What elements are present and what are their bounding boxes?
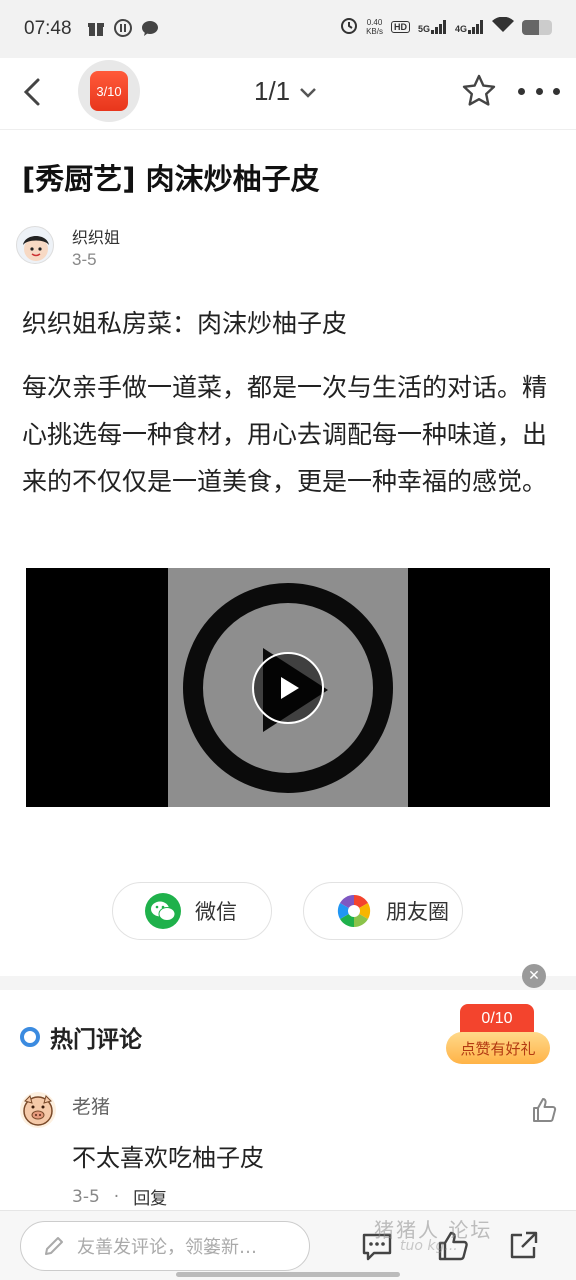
signal-5g-icon: 5G <box>418 20 447 34</box>
commenter-avatar[interactable] <box>20 1092 56 1128</box>
top-nav-bar: 3/10 1/1 <box>0 58 576 130</box>
article-subtitle: 织织姐私房菜：肉沫炒柚子皮 <box>22 309 348 338</box>
forum-watermark-sub: tuo kg... <box>400 1238 458 1254</box>
share-wechat-button[interactable]: 微信 <box>112 882 272 940</box>
gift-icon <box>86 18 105 37</box>
comment-meta: 3-5 · 回复 <box>72 1184 167 1210</box>
hd-voice-icon: HD <box>390 21 410 33</box>
author-name[interactable]: 织织姐 <box>72 224 120 248</box>
back-arrow-icon[interactable] <box>14 72 54 112</box>
wifi-icon <box>492 16 514 37</box>
section-dot-icon <box>20 1027 40 1047</box>
chevron-down-icon <box>300 87 317 98</box>
page-indicator-text: 1/1 <box>254 76 291 106</box>
post-date: 3-5 <box>72 250 97 269</box>
play-button-icon[interactable] <box>252 652 324 724</box>
share-moments-button[interactable]: 朋友圈 <box>303 882 463 940</box>
share-wechat-label: 微信 <box>195 900 237 924</box>
comment-input[interactable]: 友善发评论，领篓新… <box>20 1221 310 1271</box>
task-progress-badge[interactable]: 3/10 <box>78 60 140 122</box>
signal-4g-icon: 4G <box>455 20 484 34</box>
wechat-icon <box>145 893 181 929</box>
comment-text: 不太喜欢吃柚子皮 <box>72 1144 264 1172</box>
comment-input-placeholder: 友善发评论，领篓新… <box>77 1237 257 1258</box>
article-body: 每次亲手做一道菜，都是一次与生活的对话。精心挑选每一种食材，用心去调配每一种味道… <box>22 373 548 496</box>
share-moments-label: 朋友圈 <box>386 900 449 924</box>
star-icon[interactable] <box>460 72 498 110</box>
section-divider <box>0 976 576 990</box>
like-progress-badge[interactable]: 0/10 <box>460 1004 534 1034</box>
status-notification-icons <box>86 18 159 37</box>
message-bubble-icon <box>140 18 159 37</box>
comment-date: 3-5 <box>72 1186 100 1207</box>
task-progress-text: 3/10 <box>90 71 128 111</box>
meta-separator: · <box>113 1186 120 1207</box>
author-avatar[interactable] <box>16 226 54 264</box>
video-player[interactable] <box>26 568 550 807</box>
close-icon[interactable]: ✕ <box>522 964 546 988</box>
app-badge-icon <box>113 18 132 37</box>
net-speed: 0.40 KB/s <box>366 18 383 36</box>
hot-comments-title: 热门评论 <box>50 1027 142 1053</box>
status-time: 07:48 <box>24 18 72 39</box>
hot-comments-header: 热门评论 <box>20 1020 142 1054</box>
share-forward-icon[interactable] <box>506 1229 540 1263</box>
article-title: [秀厨艺] 肉沫炒柚子皮 <box>22 162 320 196</box>
page-indicator[interactable]: 1/1 <box>254 76 318 107</box>
pen-icon <box>45 1237 63 1255</box>
like-gift-button[interactable]: 点赞有好礼 <box>446 1032 550 1064</box>
status-bar: 07:48 0.40 KB/s HD 5G 4G <box>0 0 576 58</box>
moments-aperture-icon <box>336 893 372 929</box>
battery-icon <box>522 19 552 35</box>
more-dots-icon[interactable] <box>518 72 560 110</box>
thumbs-up-icon[interactable] <box>530 1096 558 1124</box>
reply-button[interactable]: 回复 <box>133 1184 167 1209</box>
alarm-icon <box>340 16 358 38</box>
home-indicator <box>176 1272 400 1277</box>
commenter-name[interactable]: 老猪 <box>72 1092 110 1119</box>
status-right-icons: 0.40 KB/s HD 5G 4G <box>340 16 552 38</box>
